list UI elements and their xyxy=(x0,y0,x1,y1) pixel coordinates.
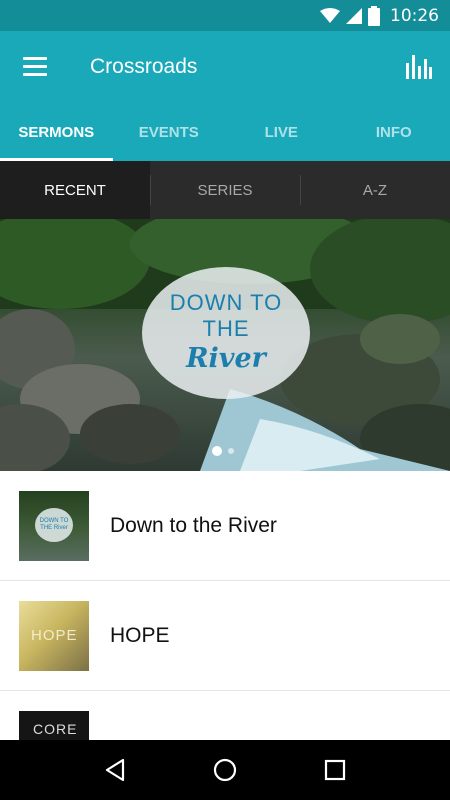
featured-banner[interactable]: DOWN TO THE River xyxy=(0,219,450,471)
series-logo: DOWN TO THE River xyxy=(142,267,310,399)
page-dot xyxy=(228,448,234,454)
cell-signal-icon xyxy=(346,7,362,24)
tab-live[interactable]: LIVE xyxy=(225,103,338,161)
sermon-list: DOWN TO THE River Down to the River HOPE… xyxy=(0,471,450,740)
sub-tabs: RECENT SERIES A-Z xyxy=(0,161,450,219)
sermon-thumbnail: CORE xyxy=(19,710,89,740)
list-item[interactable]: HOPE HOPE xyxy=(0,581,450,691)
home-button[interactable] xyxy=(205,750,245,790)
sermon-title: HOPE xyxy=(110,623,170,647)
recents-button[interactable] xyxy=(315,750,355,790)
app-bar: Crossroads xyxy=(0,31,450,103)
recents-icon xyxy=(324,759,346,781)
thumbnail-text: HOPE xyxy=(31,626,78,644)
tab-events[interactable]: EVENTS xyxy=(113,103,226,161)
back-button[interactable] xyxy=(95,750,135,790)
list-item[interactable]: CORE xyxy=(0,691,450,740)
status-bar: 10:26 xyxy=(0,0,450,31)
bar-chart-icon[interactable] xyxy=(406,53,432,79)
sermon-title: Down to the River xyxy=(110,513,277,537)
main-tabs: SERMONS EVENTS LIVE INFO xyxy=(0,103,450,161)
list-item[interactable]: DOWN TO THE River Down to the River xyxy=(0,471,450,581)
status-icons xyxy=(320,5,380,26)
subtab-a-z[interactable]: A-Z xyxy=(300,161,450,219)
menu-icon[interactable] xyxy=(23,57,47,77)
banner-title-line1: DOWN TO xyxy=(169,290,283,315)
tab-sermons[interactable]: SERMONS xyxy=(0,103,113,161)
banner-title-line3: River xyxy=(186,343,266,374)
page-indicator xyxy=(212,446,234,456)
thumbnail-logo: DOWN TO THE River xyxy=(35,507,73,542)
subtab-series[interactable]: SERIES xyxy=(150,161,300,219)
subtab-recent[interactable]: RECENT xyxy=(0,161,150,219)
back-icon xyxy=(105,758,125,782)
sermon-thumbnail: HOPE xyxy=(19,600,89,671)
sermon-thumbnail: DOWN TO THE River xyxy=(19,490,89,561)
page-dot-active xyxy=(212,446,222,456)
system-nav-bar xyxy=(0,740,450,800)
thumbnail-text: CORE xyxy=(33,720,78,737)
home-icon xyxy=(213,758,237,782)
tab-info[interactable]: INFO xyxy=(338,103,450,161)
battery-icon xyxy=(368,5,380,26)
status-time: 10:26 xyxy=(390,5,439,26)
app-title: Crossroads xyxy=(90,55,198,78)
banner-title-line2: THE xyxy=(202,316,250,341)
wifi-icon xyxy=(320,7,340,23)
